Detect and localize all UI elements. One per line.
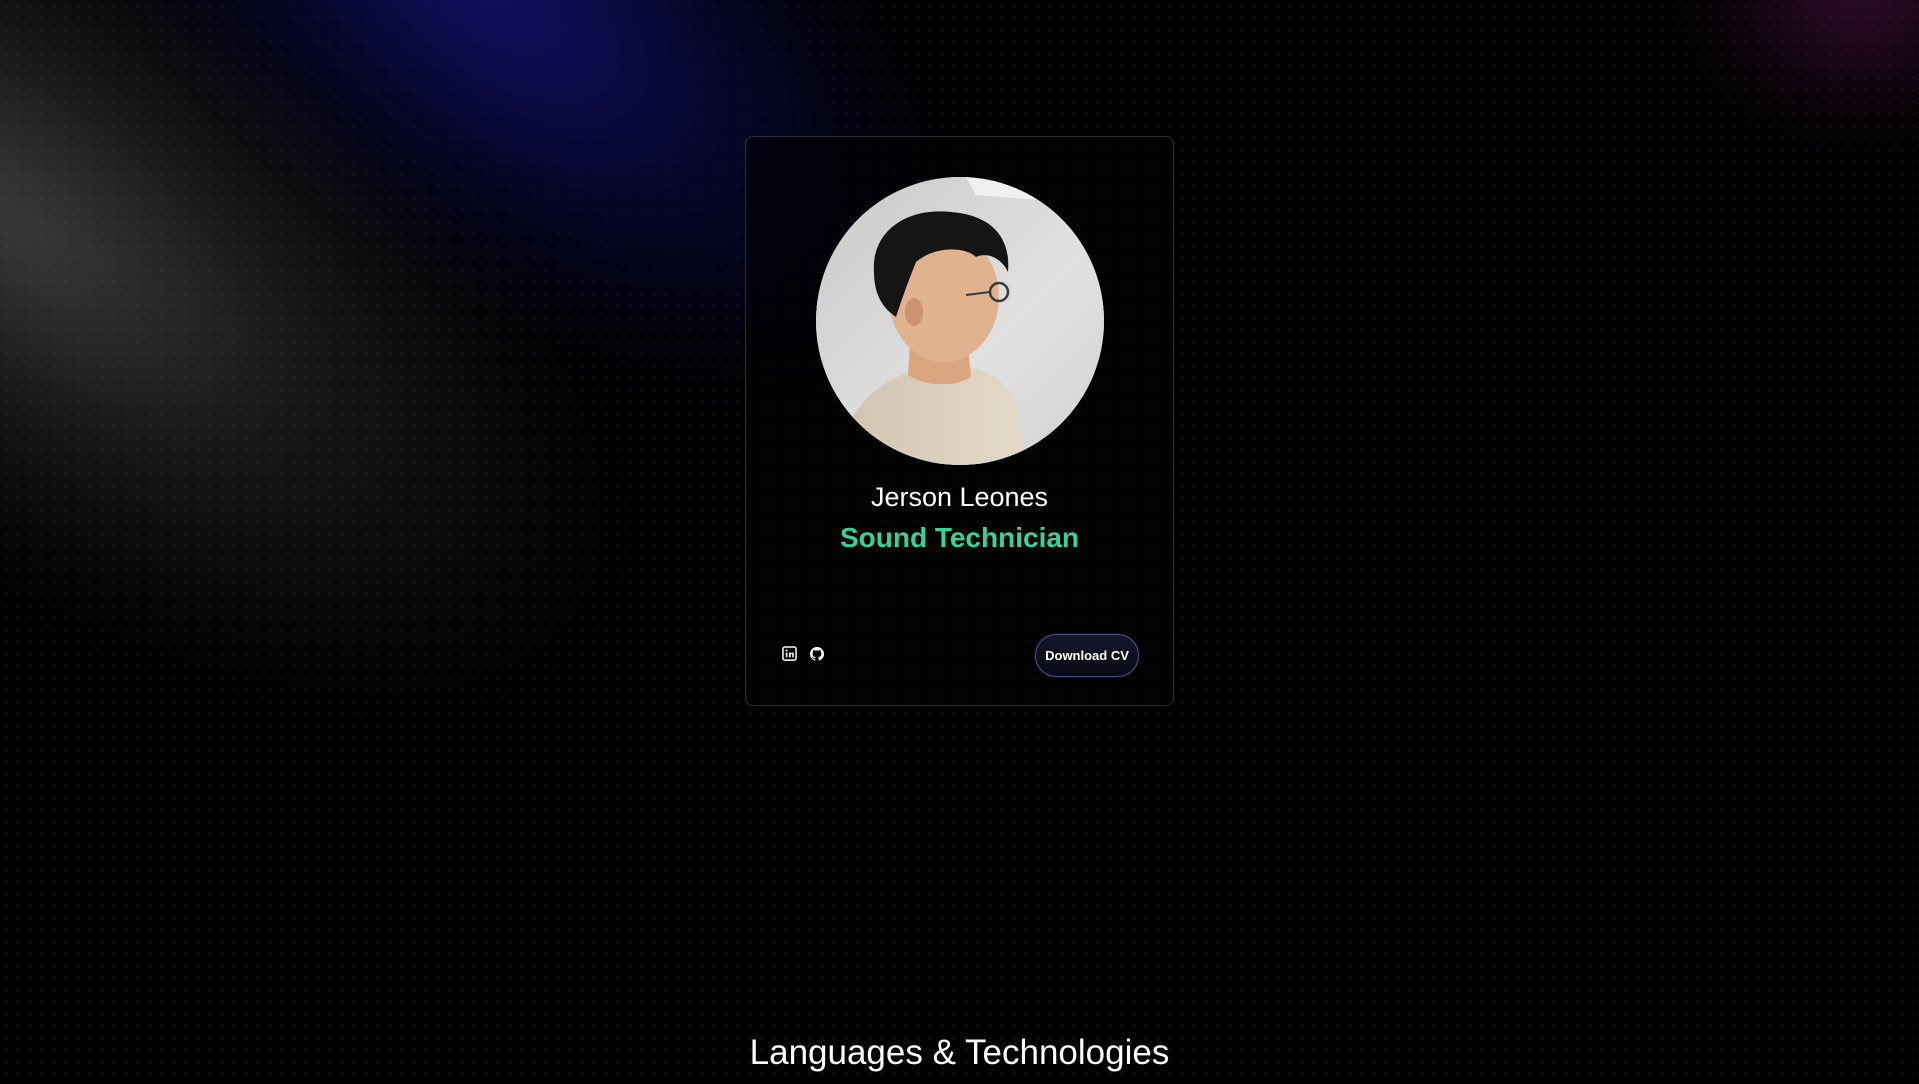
profile-name: Jerson Leones	[870, 482, 1049, 512]
languages-technologies-heading: Languages & Technologies	[749, 1033, 1170, 1072]
linkedin-icon[interactable]	[781, 645, 798, 662]
portfolio-page: Jerson Leones Sound Technician Download …	[0, 0, 1919, 1084]
profile-photo	[816, 177, 1104, 465]
social-links	[781, 645, 825, 662]
github-icon[interactable]	[808, 645, 825, 662]
download-cv-button[interactable]: Download CV	[1035, 634, 1139, 677]
profile-role: Sound Technician	[839, 522, 1080, 553]
purple-glow	[1679, 0, 1919, 140]
profile-card: Jerson Leones Sound Technician Download …	[745, 136, 1174, 706]
